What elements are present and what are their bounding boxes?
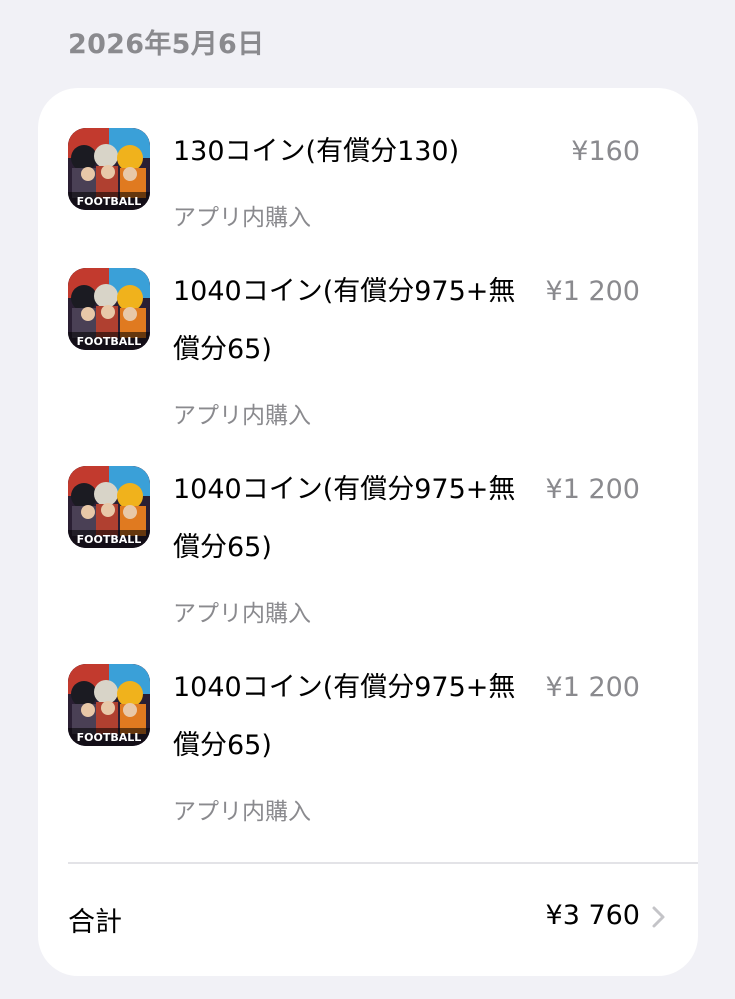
item-title: 1040コイン(有償分975+無償分65) (173, 672, 516, 761)
purchase-item[interactable]: FOOTBALL 1040コイン(有償分975+無償分65) アプリ内購入 ¥1… (38, 268, 698, 438)
item-price: ¥1 200 (545, 672, 640, 703)
item-title: 1040コイン(有償分975+無償分65) (173, 474, 516, 563)
efootball-app-icon: FOOTBALL (68, 664, 150, 746)
svg-text:FOOTBALL: FOOTBALL (77, 731, 142, 744)
purchase-card: FOOTBALL 130コイン(有償分130) アプリ内購入 ¥160 FOOT… (38, 88, 698, 976)
svg-text:FOOTBALL: FOOTBALL (77, 533, 142, 546)
total-label: 合計 (68, 907, 122, 938)
purchase-item[interactable]: FOOTBALL 130コイン(有償分130) アプリ内購入 ¥160 (38, 128, 698, 248)
item-price: ¥1 200 (545, 474, 640, 505)
item-price: ¥1 200 (545, 276, 640, 307)
purchase-item[interactable]: FOOTBALL 1040コイン(有償分975+無償分65) アプリ内購入 ¥1… (38, 664, 698, 834)
svg-text:FOOTBALL: FOOTBALL (77, 195, 142, 208)
svg-text:FOOTBALL: FOOTBALL (77, 335, 142, 348)
item-title: 1040コイン(有償分975+無償分65) (173, 276, 516, 365)
total-value: ¥3 760 (545, 900, 640, 931)
efootball-app-icon: FOOTBALL (68, 466, 150, 548)
item-price: ¥160 (571, 136, 640, 167)
item-subtitle: アプリ内購入 (173, 205, 311, 231)
purchase-item[interactable]: FOOTBALL 1040コイン(有償分975+無償分65) アプリ内購入 ¥1… (38, 466, 698, 636)
total-row[interactable]: 合計 ¥3 760 (38, 864, 698, 976)
efootball-app-icon: FOOTBALL (68, 268, 150, 350)
item-subtitle: アプリ内購入 (173, 799, 311, 825)
chevron-right-icon (652, 906, 665, 928)
item-subtitle: アプリ内購入 (173, 403, 311, 429)
efootball-app-icon: FOOTBALL (68, 128, 150, 210)
item-subtitle: アプリ内購入 (173, 601, 311, 627)
date-header: 2026年5月6日 (68, 29, 265, 60)
item-title: 130コイン(有償分130) (173, 136, 460, 167)
